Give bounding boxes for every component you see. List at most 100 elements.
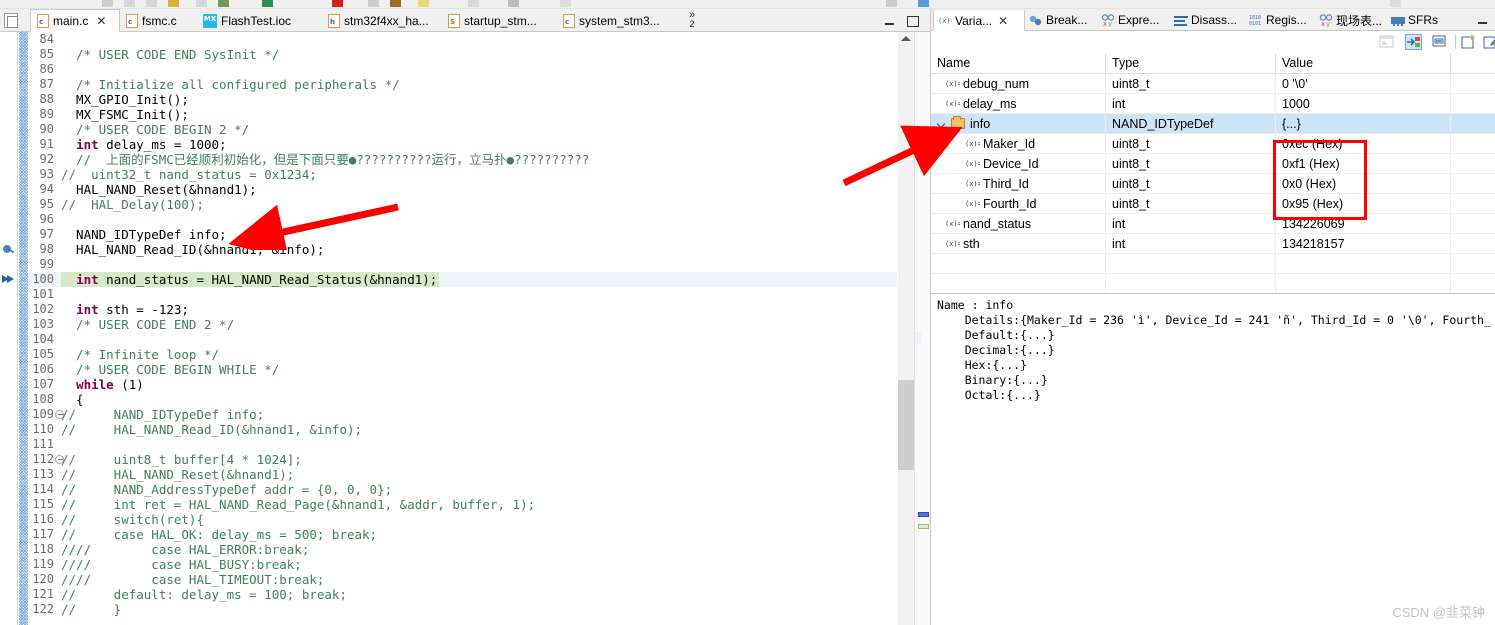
debug-tab-sfrs[interactable]: SFRs	[1387, 9, 1443, 31]
variable-name-cell[interactable]	[931, 254, 1106, 274]
editor-tab-close-icon[interactable]: ✕	[96, 15, 106, 27]
debug-tab-close-icon[interactable]: ✕	[998, 14, 1008, 28]
variables-table[interactable]: NameTypeValue (x)=debug_numuint8_t0 '\0'…	[931, 53, 1495, 294]
code-line[interactable]: 85 /* USER CODE END SysInit */	[28, 47, 897, 62]
editor-tab-fsmc-c[interactable]: c fsmc.c	[120, 9, 197, 32]
code-line[interactable]: 87 /* Initialize all configured peripher…	[28, 77, 897, 92]
debug-pane-minimize-button[interactable]	[1477, 14, 1490, 26]
code-editor[interactable]: 84 85 /* USER CODE END SysInit */86 87 /* …	[0, 32, 930, 625]
code-line[interactable]: 122 // }	[28, 602, 897, 617]
instruction-pointer-icon[interactable]	[1, 272, 17, 287]
variable-value-cell[interactable]	[1276, 274, 1451, 294]
debug-tab-breakpoints[interactable]: Break...	[1025, 9, 1097, 31]
toolbar-icon-13[interactable]	[1390, 0, 1401, 7]
code-line[interactable]: 100 int nand_status = HAL_NAND_Read_Stat…	[28, 272, 897, 287]
toolbar-icon-12[interactable]	[918, 0, 929, 7]
debug-tab-disassembly[interactable]: Disass...	[1170, 9, 1245, 31]
code-line[interactable]: 115 // int ret = HAL_NAND_Read_Page(&hnan…	[28, 497, 897, 512]
code-line[interactable]: 86	[28, 62, 897, 77]
column-header-type[interactable]: Type	[1106, 53, 1276, 74]
code-line[interactable]: 89 MX_FSMC_Init();	[28, 107, 897, 122]
variable-name-cell[interactable]: (x)=Device_Id	[931, 154, 1106, 174]
editor-tab-startup-stm-[interactable]: Sstartup_stm...	[442, 9, 557, 32]
collapse-all-icon[interactable]	[1379, 34, 1396, 50]
variable-name-cell[interactable]: (x)=nand_status	[931, 214, 1106, 234]
editor-tab-flashtest-ioc[interactable]: MX FlashTest.ioc	[197, 9, 322, 32]
code-line[interactable]: 94 HAL_NAND_Reset(&hnand1);	[28, 182, 897, 197]
edit-watch-icon[interactable]	[1483, 34, 1495, 50]
show-logical-structure-icon[interactable]	[1431, 34, 1448, 50]
variables-table-row[interactable]: (x)=Maker_Iduint8_t0xec (Hex)	[931, 134, 1495, 154]
code-line[interactable]: 101	[28, 287, 897, 302]
variable-value-cell[interactable]: 0xf1 (Hex)	[1276, 154, 1451, 174]
code-line[interactable]: 93 // uint32_t nand_status = 0x1234;	[28, 167, 897, 182]
code-line[interactable]: 84	[28, 32, 897, 47]
code-line[interactable]: 102 int sth = -123;	[28, 302, 897, 317]
debug-tab-expressions[interactable]: x y Expre...	[1097, 9, 1170, 31]
toolbar-icon-8[interactable]	[468, 0, 479, 7]
variables-table-row[interactable]	[931, 274, 1495, 294]
toolbar-icon-terminate[interactable]	[332, 0, 343, 7]
variable-value-cell[interactable]	[1276, 254, 1451, 274]
variables-table-row[interactable]: info NAND_IDTypeDef {...}	[931, 114, 1495, 134]
toolbar-icon-10[interactable]	[560, 0, 571, 7]
variable-type-cell[interactable]: uint8_t	[1106, 134, 1276, 154]
variable-name-cell[interactable]: (x)=debug_num	[931, 74, 1106, 94]
toolbar-icon-6[interactable]	[390, 0, 401, 7]
toolbar-icon-2[interactable]	[124, 0, 135, 7]
code-line[interactable]: 88 MX_GPIO_Init();	[28, 92, 897, 107]
variable-type-cell[interactable]: uint8_t	[1106, 174, 1276, 194]
variable-name-cell[interactable]: info	[931, 114, 1106, 134]
variable-type-cell[interactable]: int	[1106, 234, 1276, 254]
variable-value-cell[interactable]: 134218157	[1276, 234, 1451, 254]
code-line[interactable]: 103 /* USER CODE END 2 */	[28, 317, 897, 332]
debug-tab-live-expressions[interactable]: x y 现场表...	[1315, 9, 1387, 31]
editor-vertical-scrollbar[interactable]	[898, 32, 914, 625]
editor-restore-button[interactable]	[4, 13, 18, 28]
scrollbar-thumb[interactable]	[898, 380, 914, 470]
code-line[interactable]: 105 /* Infinite loop */	[28, 347, 897, 362]
editor-tab-stm32f4xx-ha-[interactable]: h stm32f4xx_ha...	[322, 9, 442, 32]
editor-overview-ruler[interactable]	[914, 32, 930, 625]
code-line[interactable]: 91 int delay_ms = 1000;	[28, 137, 897, 152]
toolbar-icon-1[interactable]	[102, 0, 113, 7]
toolbar-icon-9[interactable]	[508, 0, 519, 7]
code-line[interactable]: 99	[28, 257, 897, 272]
editor-maximize-button[interactable]	[906, 15, 919, 27]
code-line[interactable]: 98 HAL_NAND_Read_ID(&hnand1, &info);	[28, 242, 897, 257]
editor-tab-system-stm3-[interactable]: c system_stm3...	[557, 9, 677, 32]
editor-minimize-button[interactable]	[884, 15, 897, 27]
code-line[interactable]: 109 // NAND_IDTypeDef info;	[28, 407, 897, 422]
variables-table-row[interactable]: (x)=sthint134218157	[931, 234, 1495, 254]
toolbar-icon-debug[interactable]	[262, 0, 273, 7]
code-line[interactable]: 117 // case HAL_OK: delay_ms = 500; break…	[28, 527, 897, 542]
variables-table-row[interactable]: (x)=nand_statusint134226069	[931, 214, 1495, 234]
toolbar-icon-run[interactable]	[218, 0, 229, 7]
code-line[interactable]: 90 /* USER CODE BEGIN 2 */	[28, 122, 897, 137]
variables-table-row[interactable]: (x)=Third_Iduint8_t0x0 (Hex)	[931, 174, 1495, 194]
toolbar-icon-7[interactable]	[418, 0, 429, 7]
code-line[interactable]: 111	[28, 437, 897, 452]
variable-type-cell[interactable]	[1106, 274, 1276, 294]
toolbar-icon-11[interactable]	[886, 0, 897, 7]
code-line[interactable]: 116 // switch(ret){	[28, 512, 897, 527]
code-line[interactable]: 121 // default: delay_ms = 100; break;	[28, 587, 897, 602]
variables-table-row[interactable]: (x)=Fourth_Iduint8_t0x95 (Hex)	[931, 194, 1495, 214]
expand-collapse-chevron-icon[interactable]	[938, 120, 947, 129]
toolbar-icon-4[interactable]	[196, 0, 207, 7]
code-line[interactable]: 120 //// case HAL_TIMEOUT:break;	[28, 572, 897, 587]
breakpoint-icon[interactable]	[1, 242, 17, 257]
code-line[interactable]: 108 {	[28, 392, 897, 407]
debug-tab-variables[interactable]: (x)=Varia... ✕	[933, 9, 1025, 31]
variable-value-cell[interactable]: 0x0 (Hex)	[1276, 174, 1451, 194]
code-line[interactable]: 110 // HAL_NAND_Read_ID(&hnand1, &info);	[28, 422, 897, 437]
code-line[interactable]: 97 NAND_IDTypeDef info;	[28, 227, 897, 242]
code-line[interactable]: 96	[28, 212, 897, 227]
toolbar-icon-3[interactable]	[146, 0, 157, 7]
variable-name-cell[interactable]: (x)=Maker_Id	[931, 134, 1106, 154]
variable-value-cell[interactable]: 1000	[1276, 94, 1451, 114]
code-line[interactable]: 107 while (1)	[28, 377, 897, 392]
editor-tab-main-c[interactable]: c main.c ✕	[30, 9, 120, 32]
code-line[interactable]: 92 // 上面的FSMC已经顺利初始化，但是下面只要●??????????运行…	[28, 152, 897, 167]
code-line[interactable]: 104	[28, 332, 897, 347]
